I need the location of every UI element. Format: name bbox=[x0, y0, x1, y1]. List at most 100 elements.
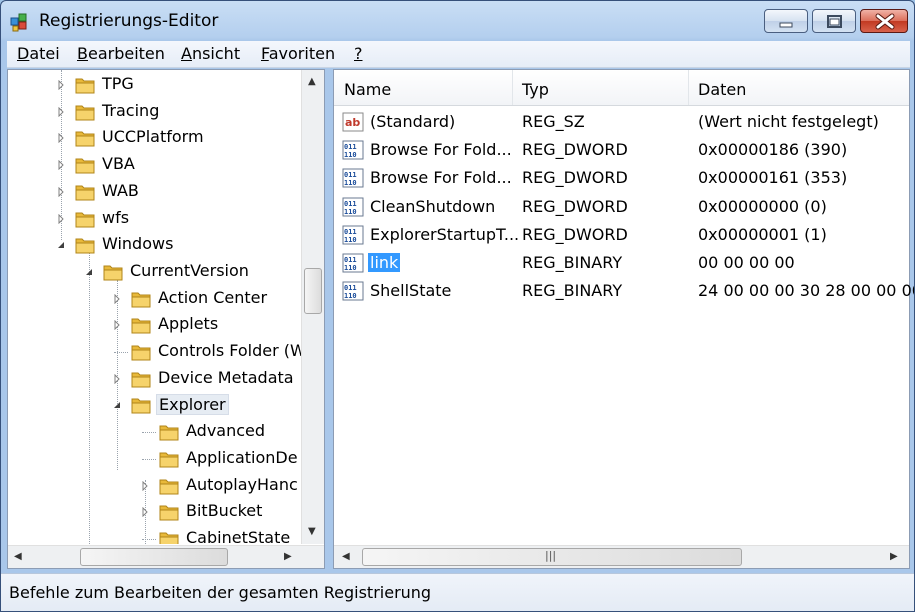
grip-icon: ||| bbox=[545, 549, 557, 562]
scroll-left-icon[interactable]: ◀ bbox=[342, 551, 350, 562]
tree-item[interactable]: CurrentVersion bbox=[8, 259, 303, 286]
title-bar[interactable]: Registrierungs-Editor bbox=[1, 1, 914, 41]
list-row[interactable]: 011 110 Browse For Fold... REG_DWORD 0x00000… bbox=[334, 136, 909, 164]
registry-editor-window: Registrierungs-Editor Datei Bearbeiten A… bbox=[0, 0, 915, 612]
tree-collapse-icon[interactable] bbox=[56, 240, 66, 250]
tree-item[interactable]: Advanced bbox=[8, 419, 303, 446]
binary-value-icon: 011110 bbox=[342, 197, 364, 217]
folder-icon bbox=[159, 452, 179, 468]
tree-item[interactable]: Action Center bbox=[8, 286, 303, 313]
tree-expand-icon[interactable] bbox=[112, 293, 122, 304]
value-name: ExplorerStartupT... bbox=[370, 224, 520, 244]
list-row[interactable]: 011 110 Browse For Fold... REG_DWORD 0x00000… bbox=[334, 164, 909, 192]
tree-item-label: Windows bbox=[102, 234, 174, 254]
menu-datei[interactable]: Datei bbox=[17, 44, 60, 63]
tree-connector bbox=[142, 432, 156, 434]
menu-ansicht[interactable]: Ansicht bbox=[181, 44, 240, 63]
column-header-typ[interactable]: Typ bbox=[522, 80, 549, 99]
tree-item-label: CabinetState bbox=[186, 527, 291, 544]
tree-item-label: ApplicationDe bbox=[186, 447, 298, 467]
menu-bearbeiten[interactable]: Bearbeiten bbox=[77, 44, 165, 63]
svg-text:110: 110 bbox=[344, 292, 357, 300]
value-type: REG_DWORD bbox=[522, 224, 628, 244]
tree-horizontal-scrollbar[interactable]: ◀ ▶ bbox=[8, 545, 324, 568]
tree-expand-icon[interactable] bbox=[56, 213, 66, 224]
close-button[interactable] bbox=[860, 9, 908, 33]
folder-icon bbox=[159, 505, 179, 521]
tree-item[interactable]: VBA bbox=[8, 152, 303, 179]
column-divider[interactable] bbox=[688, 70, 689, 105]
registry-tree[interactable]: TPG Tracing UCCPlatform VBA WAB wfs Windows Cur… bbox=[7, 69, 325, 569]
scroll-right-icon[interactable]: ▶ bbox=[284, 551, 292, 562]
value-type: REG_SZ bbox=[522, 112, 585, 131]
minimize-button[interactable] bbox=[764, 9, 808, 33]
tree-collapse-icon[interactable] bbox=[84, 267, 94, 277]
tree-expand-icon[interactable] bbox=[112, 373, 122, 384]
list-row[interactable]: 011 110 ShellState REG_BINARY 24 00 00 00 30… bbox=[334, 277, 914, 305]
menu-favoriten[interactable]: Favoriten bbox=[261, 44, 335, 63]
menu-help[interactable]: ? bbox=[354, 44, 363, 63]
tree-collapse-icon[interactable] bbox=[112, 400, 122, 410]
maximize-button[interactable] bbox=[812, 9, 856, 33]
svg-text:ab: ab bbox=[345, 116, 360, 129]
tree-expand-icon[interactable] bbox=[56, 80, 66, 90]
tree-expand-icon[interactable] bbox=[56, 106, 66, 117]
scroll-right-icon[interactable]: ▶ bbox=[890, 551, 898, 562]
svg-text:011: 011 bbox=[344, 228, 357, 236]
tree-item[interactable]: TPG bbox=[8, 72, 303, 99]
tree-item[interactable]: Controls Folder (W bbox=[8, 339, 303, 366]
tree-expand-icon[interactable] bbox=[56, 133, 66, 144]
tree-item[interactable]: ApplicationDe bbox=[8, 446, 303, 473]
value-name: Browse For Fold... bbox=[370, 168, 512, 188]
tree-hscroll-thumb[interactable] bbox=[80, 548, 228, 566]
tree-item-label: Applets bbox=[158, 314, 219, 334]
svg-text:011: 011 bbox=[344, 200, 357, 208]
tree-item[interactable]: Tracing bbox=[8, 99, 303, 126]
folder-icon bbox=[159, 479, 179, 494]
list-hscroll-thumb[interactable]: ||| bbox=[362, 548, 742, 566]
folder-icon bbox=[131, 318, 151, 334]
tree-item[interactable]: CabinetState bbox=[8, 526, 303, 544]
column-header-daten[interactable]: Daten bbox=[698, 80, 746, 99]
value-name: ShellState bbox=[370, 281, 452, 301]
tree-vertical-scrollbar[interactable]: ▲ ▼ bbox=[301, 70, 324, 544]
tree-item[interactable]: Windows bbox=[8, 232, 303, 259]
tree-expand-icon[interactable] bbox=[56, 186, 66, 197]
list-row[interactable]: 011 110 CleanShutdown REG_DWORD 0x00000000 (… bbox=[334, 193, 909, 221]
value-data: (Wert nicht festgelegt) bbox=[698, 112, 879, 131]
tree-expand-icon[interactable] bbox=[112, 320, 122, 331]
tree-item[interactable]: wfs bbox=[8, 206, 303, 233]
tree-expand-icon[interactable] bbox=[140, 507, 150, 518]
tree-vscroll-thumb[interactable] bbox=[304, 268, 322, 314]
list-horizontal-scrollbar[interactable]: ◀ ||| ▶ bbox=[334, 545, 909, 568]
column-header-name[interactable]: Name bbox=[344, 80, 391, 99]
tree-item[interactable]: AutoplayHanc bbox=[8, 473, 303, 500]
tree-expand-icon[interactable] bbox=[56, 160, 66, 171]
tree-item[interactable]: Explorer bbox=[8, 392, 303, 419]
list-row[interactable]: 011 110 link REG_BINARY 00 00 00 00 bbox=[334, 249, 909, 277]
tree-item[interactable]: Applets bbox=[8, 312, 303, 339]
value-type: REG_DWORD bbox=[522, 196, 628, 216]
close-icon bbox=[875, 13, 895, 30]
value-data: 00 00 00 00 bbox=[698, 253, 795, 272]
open-folder-icon bbox=[131, 398, 151, 414]
scroll-down-icon[interactable]: ▼ bbox=[308, 526, 316, 537]
tree-item[interactable]: UCCPlatform bbox=[8, 125, 303, 152]
binary-value-icon: 011110 bbox=[342, 225, 364, 245]
tree-item[interactable]: BitBucket bbox=[8, 499, 303, 526]
list-row[interactable]: 011 110 ExplorerStartupT... REG_DWORD 0x0000… bbox=[334, 221, 909, 249]
value-name: link bbox=[368, 253, 401, 272]
tree-item[interactable]: WAB bbox=[8, 179, 303, 206]
open-folder-icon bbox=[103, 265, 123, 281]
string-value-icon: ab bbox=[342, 112, 364, 132]
column-divider[interactable] bbox=[512, 70, 513, 105]
tree-expand-icon[interactable] bbox=[140, 480, 150, 491]
scroll-left-icon[interactable]: ◀ bbox=[14, 551, 22, 562]
tree-item[interactable]: Device Metadata bbox=[8, 366, 303, 393]
tree-item-label: WAB bbox=[102, 180, 139, 200]
scroll-up-icon[interactable]: ▲ bbox=[308, 76, 316, 87]
value-data: 0x00000186 (390) bbox=[698, 140, 848, 160]
list-row[interactable]: ab (Standard) REG_SZ (Wert nicht festgelegt… bbox=[334, 108, 909, 136]
values-list[interactable]: Name Typ Daten ab (Standard) REG_SZ (Wert n… bbox=[333, 69, 914, 569]
folder-icon bbox=[159, 425, 179, 441]
